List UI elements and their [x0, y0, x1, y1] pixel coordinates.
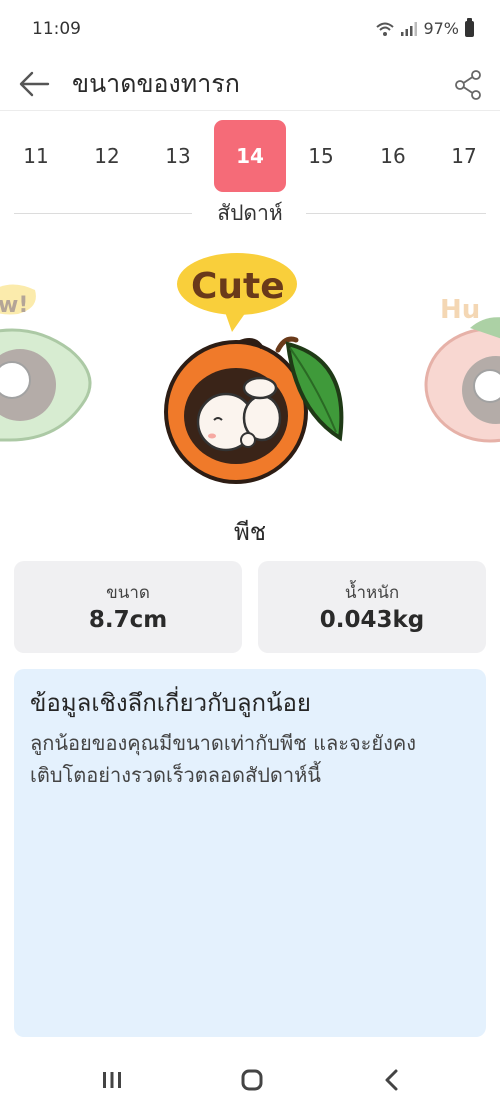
app-header: ขนาดของทารก [0, 56, 500, 111]
status-time: 11:09 [32, 19, 81, 39]
size-label: ขนาด [106, 583, 150, 603]
back-button[interactable] [14, 64, 54, 104]
week-item-16[interactable]: 16 [357, 120, 429, 192]
fruit-carousel[interactable]: w! Hu Cute [0, 240, 500, 500]
next-badge-text: Hu [440, 295, 480, 325]
insight-body: ลูกน้อยของคุณมีขนาดเท่ากับพีช และจะยังคง… [30, 731, 417, 787]
battery-text: 97% [423, 19, 459, 38]
wifi-icon [376, 22, 395, 36]
battery-icon [465, 17, 474, 37]
previous-fruit-image: w! [0, 284, 92, 442]
recent-apps-icon [103, 1072, 121, 1088]
share-button[interactable] [448, 64, 488, 104]
arrow-left-icon [19, 71, 50, 97]
insight-card: ข้อมูลเชิงลึกเกี่ยวกับลูกน้อย ลูกน้อยของ… [14, 669, 486, 1037]
system-nav-bar [0, 1050, 500, 1111]
cute-badge-text: Cute [191, 266, 285, 307]
next-fruit-image: Hu [424, 295, 500, 443]
status-bar: 11:09 97% [0, 0, 500, 56]
fruit-name: พีช [233, 518, 267, 546]
peach-image: Cute [164, 253, 344, 484]
share-icon [455, 70, 481, 100]
carousel-art: w! Hu Cute [0, 253, 500, 484]
week-caption-row: สัปดาห์ [14, 196, 486, 230]
week-item-12[interactable]: 12 [71, 120, 143, 192]
previous-badge-text: w! [0, 293, 28, 318]
insight-title: ข้อมูลเชิงลึกเกี่ยวกับลูกน้อย [30, 689, 311, 717]
page-title: ขนาดของทารก [72, 69, 240, 98]
week-item-17[interactable]: 17 [428, 120, 500, 192]
week-item-14-selected[interactable]: 14 [214, 120, 286, 192]
week-item-13[interactable]: 13 [142, 120, 214, 192]
status-icons: 97% [375, 17, 474, 38]
chevron-left-icon [385, 1069, 398, 1091]
size-value: 8.7cm [88, 607, 168, 633]
week-item-11[interactable]: 11 [0, 120, 72, 192]
weight-card: น้ำหนัก 0.043kg [258, 561, 486, 653]
home-button[interactable] [224, 1058, 280, 1102]
weight-label: น้ำหนัก [344, 583, 400, 603]
recent-apps-button[interactable] [84, 1058, 140, 1102]
week-item-15[interactable]: 15 [285, 120, 357, 192]
signal-icon [401, 21, 418, 36]
weight-value: 0.043kg [319, 607, 425, 633]
week-caption: สัปดาห์ [217, 201, 283, 225]
week-selector: 11 12 13 14 15 16 17 [0, 120, 500, 192]
system-back-button[interactable] [364, 1058, 420, 1102]
size-card: ขนาด 8.7cm [14, 561, 242, 653]
home-icon [241, 1069, 263, 1091]
